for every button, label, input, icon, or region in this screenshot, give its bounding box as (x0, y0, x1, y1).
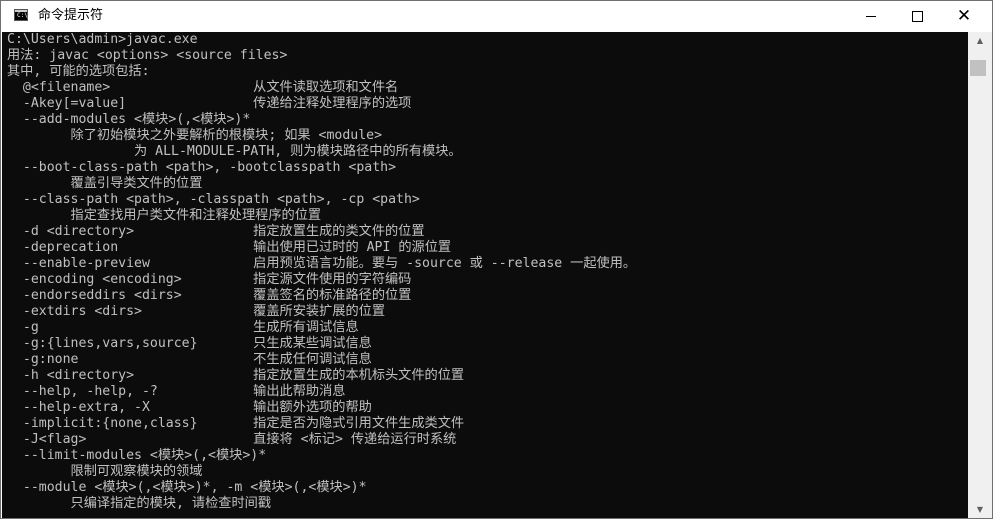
console-line: -implicit:{none,class} 指定是否为隐式引用文件生成类文件 (7, 416, 465, 431)
minimize-icon (866, 15, 876, 17)
scroll-up-icon: ▲ (976, 36, 984, 45)
console-line: 指定查找用户类文件和注释处理程序的位置 (7, 208, 322, 223)
console-line: -g:none 不生成任何调试信息 (7, 352, 372, 367)
console-line: C:\Users\admin>javac.exe (7, 32, 198, 47)
cmd-icon-label: C:\ (17, 12, 28, 19)
console-line: --class-path <path>, -classpath <path>, … (7, 192, 420, 207)
vertical-scrollbar[interactable]: ▲ ▼ (968, 32, 992, 518)
close-button[interactable]: ✕ (941, 1, 987, 31)
console-line: --enable-preview 启用预览语言功能。要与 -source 或 -… (7, 256, 637, 271)
close-icon: ✕ (956, 5, 972, 26)
console-line: --help-extra, -X 输出额外选项的帮助 (7, 400, 372, 415)
console-line: --help, -help, -? 输出此帮助消息 (7, 384, 346, 399)
console-output[interactable]: C:\Users\admin>javac.exe 用法: javac <optio… (2, 32, 968, 518)
console-line: --module <模块>(,<模块>)*, -m <模块>(,<模块>)* (7, 480, 367, 495)
console-line: -h <directory> 指定放置生成的本机标头文件的位置 (7, 368, 465, 383)
console-text: C:\Users\admin>javac.exe 用法: javac <optio… (2, 32, 968, 512)
console-line: -encoding <encoding> 指定源文件使用的字符编码 (7, 272, 412, 287)
scroll-down-icon: ▼ (976, 505, 984, 514)
console-line: -g 生成所有调试信息 (7, 320, 359, 335)
minimize-button[interactable] (848, 1, 894, 31)
scroll-thumb[interactable] (970, 60, 986, 76)
cmd-app-icon[interactable]: C:\ (14, 9, 28, 21)
scroll-down-button[interactable]: ▼ (968, 501, 992, 518)
scroll-up-button[interactable]: ▲ (968, 32, 992, 49)
console-line: -extdirs <dirs> 覆盖所安装扩展的位置 (7, 304, 385, 319)
console-line: 用法: javac <options> <source files> (7, 48, 288, 63)
console-line: -J<flag> 直接将 <标记> 传递给运行时系统 (7, 432, 457, 447)
console-line: @<filename> 从文件读取选项和文件名 (7, 80, 399, 95)
console-line: -endorseddirs <dirs> 覆盖签名的标准路径的位置 (7, 288, 412, 303)
console-line: 只编译指定的模块, 请检查时间戳 (7, 496, 272, 511)
console-line: 除了初始模块之外要解析的根模块; 如果 <module> (7, 128, 383, 143)
maximize-button[interactable] (894, 1, 940, 31)
console-line: 其中, 可能的选项包括: (7, 64, 150, 79)
console-line: -deprecation 输出使用已过时的 API 的源位置 (7, 240, 452, 255)
console-line: --boot-class-path <path>, -bootclasspath… (7, 160, 397, 175)
console-line: -d <directory> 指定放置生成的类文件的位置 (7, 224, 425, 239)
console-line: -g:{lines,vars,source} 只生成某些调试信息 (7, 336, 372, 351)
console-line: 限制可观察模块的领域 (7, 464, 203, 479)
maximize-icon (911, 10, 923, 22)
console-line: -Akey[=value] 传递给注释处理程序的选项 (7, 96, 412, 111)
window-title: 命令提示符 (38, 8, 104, 23)
console-line: 为 ALL-MODULE-PATH, 则为模块路径中的所有模块。 (7, 144, 462, 159)
console-line: 覆盖引导类文件的位置 (7, 176, 203, 191)
cmd-window: C:\ 命令提示符 ✕ C:\Users\admin>javac.exe 用法: … (0, 0, 993, 519)
title-bar[interactable]: C:\ 命令提示符 ✕ (1, 1, 992, 31)
console-line: --add-modules <模块>(,<模块>)* (7, 112, 251, 127)
console-line: --limit-modules <模块>(,<模块>)* (7, 448, 267, 463)
